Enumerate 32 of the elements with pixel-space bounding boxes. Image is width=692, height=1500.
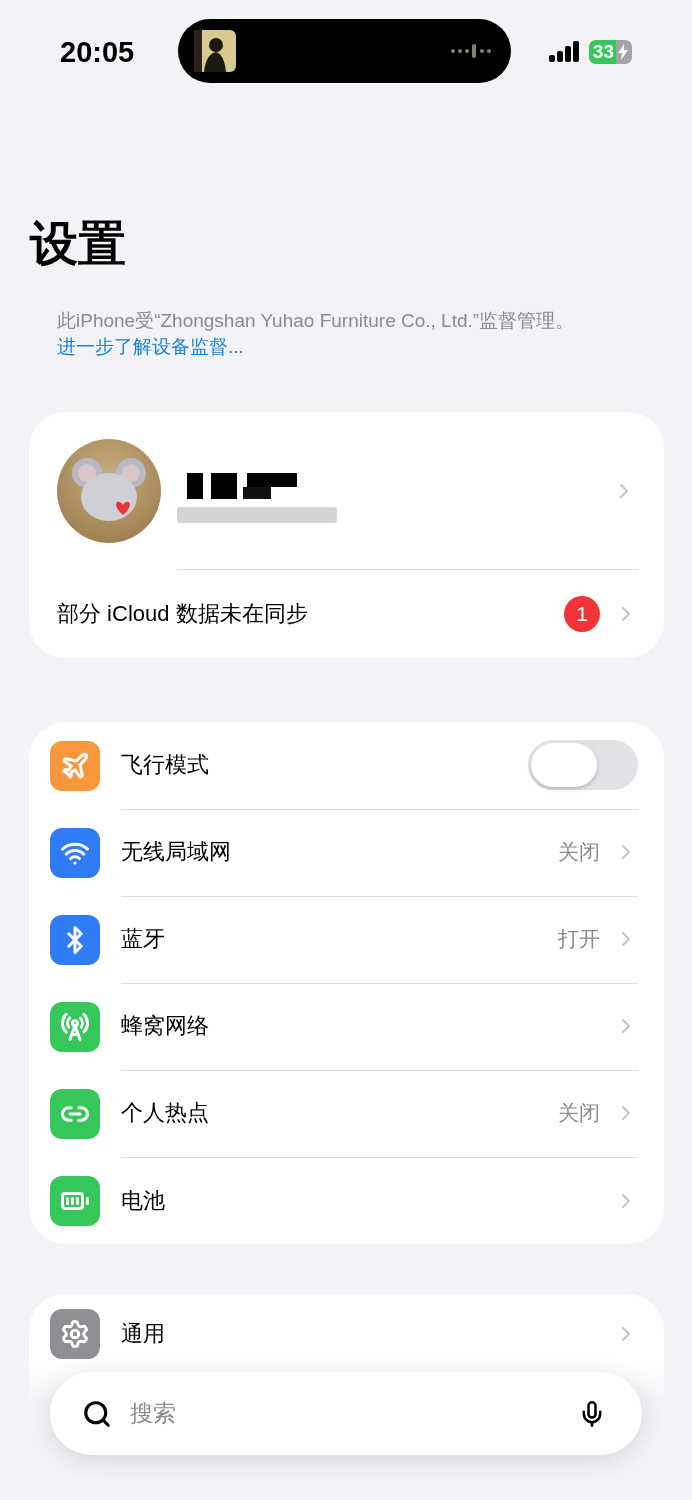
settings-row[interactable]: 通用 [29,1306,664,1362]
row-value: 关闭 [558,1100,600,1126]
row-value: 关闭 [558,839,600,865]
page-title: 设置 [30,216,127,272]
waveform-icon [450,43,491,59]
row-label: 通用 [121,1320,166,1348]
row-label: 飞行模式 [121,751,210,779]
search-icon [82,1398,112,1429]
row-label: 蜂窝网络 [121,1012,210,1040]
settings-row[interactable]: 电池 [29,1157,664,1244]
supervision-note: 此iPhone受“Zhongshan Yuhao Furniture Co., Ltd.”监督管理。 进一步了解设备监督... [57,309,576,359]
settings-row[interactable]: 个人热点 关闭 [29,1070,664,1157]
row-value: 打开 [558,926,600,952]
battery-indicator: 33 [588,40,632,64]
status-time: 20:05 [60,35,136,69]
row-label: 个人热点 [121,1099,210,1127]
row-label: 电池 [121,1186,166,1215]
sync-row[interactable]: 部分 iCloud 数据未在同步 1 [29,570,664,658]
notification-badge: 1 [564,596,600,632]
toggle-switch[interactable] [528,740,638,790]
row-label: 无线局域网 [121,838,232,866]
settings-row[interactable]: 蓝牙 打开 [29,896,664,983]
learn-more-link[interactable]: 进一步了解设备监督... [57,336,244,357]
row-label: 蓝牙 [121,925,166,953]
settings-row[interactable]: 飞行模式 [29,722,664,809]
signal-icon [548,41,581,63]
sync-notice: 部分 iCloud 数据未在同步 [57,600,309,628]
search-input[interactable]: 搜索 [128,1399,562,1428]
bolt-icon [618,44,628,60]
settings-row[interactable]: 无线局域网 关闭 [29,809,664,896]
search-field[interactable]: 搜索 [50,1372,642,1455]
settings-row[interactable]: 蜂窝网络 [29,983,664,1070]
